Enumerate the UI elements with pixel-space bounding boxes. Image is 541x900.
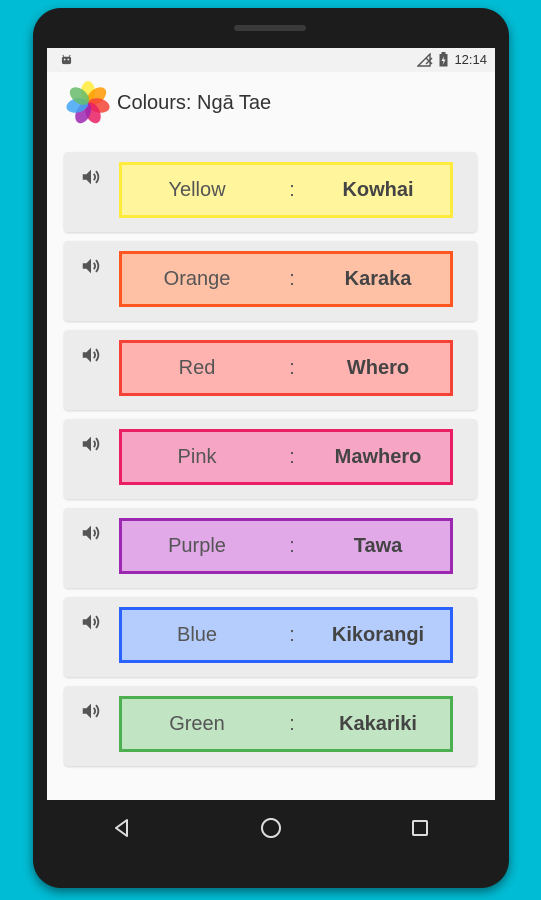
colour-word-box[interactable]: Purple: Tawa: [119, 518, 453, 574]
colour-card: Green: Kakariki: [64, 686, 477, 766]
recents-button[interactable]: [390, 808, 450, 848]
english-word: Yellow: [168, 178, 226, 201]
android-notification-icon: [61, 54, 72, 65]
speaker-volume-icon[interactable]: [80, 611, 102, 633]
back-triangle-icon: [114, 819, 128, 837]
phone-earpiece: [234, 25, 306, 31]
no-signal-icon: [417, 52, 433, 67]
maori-word: Mawhero: [334, 445, 422, 468]
english-word: Green: [169, 712, 225, 735]
english-word: Orange: [163, 267, 231, 290]
screen: 12:14 Colours: Ngā Tae Yellow: Kowhai Oran…: [47, 48, 495, 800]
speaker-volume-icon[interactable]: [80, 700, 102, 722]
status-time: 12:14: [454, 52, 487, 67]
colour-word-box[interactable]: Blue: Kikorangi: [119, 607, 453, 663]
colour-word-box[interactable]: Green: Kakariki: [119, 696, 453, 752]
speaker-volume-icon[interactable]: [80, 255, 102, 277]
english-word: Purple: [168, 534, 226, 557]
colour-card: Red: Whero: [64, 330, 477, 410]
colour-card: Yellow: Kowhai: [64, 152, 477, 232]
home-button[interactable]: [241, 808, 301, 848]
phone-frame: 12:14 Colours: Ngā Tae Yellow: Kowhai Oran…: [33, 8, 509, 888]
speaker-volume-icon[interactable]: [80, 344, 102, 366]
flower-petals-logo-icon: [66, 81, 110, 124]
colour-word-box[interactable]: Red: Whero: [119, 340, 453, 396]
recents-square-icon: [412, 820, 429, 836]
word-separator: :: [289, 356, 295, 379]
app-bar: Colours: Ngā Tae: [47, 72, 495, 134]
home-circle-icon: [260, 818, 281, 838]
maori-word: Karaka: [344, 267, 412, 290]
maori-word: Tawa: [353, 534, 403, 557]
battery-charging-icon: [439, 52, 448, 67]
back-button[interactable]: [92, 808, 152, 848]
maori-word: Kowhai: [342, 178, 414, 201]
speaker-volume-icon[interactable]: [80, 433, 102, 455]
word-separator: :: [289, 178, 295, 201]
word-separator: :: [289, 623, 295, 646]
colour-card: Pink: Mawhero: [64, 419, 477, 499]
speaker-volume-icon[interactable]: [80, 166, 102, 188]
maori-word: Whero: [346, 356, 410, 379]
status-bar: 12:14: [47, 48, 495, 72]
english-word: Red: [178, 356, 216, 379]
colour-word-box[interactable]: Orange: Karaka: [119, 251, 453, 307]
maori-word: Kakariki: [339, 712, 417, 735]
word-separator: :: [289, 267, 295, 290]
word-separator: :: [289, 534, 295, 557]
speaker-volume-icon[interactable]: [80, 522, 102, 544]
english-word: Pink: [177, 445, 217, 468]
english-word: Blue: [176, 623, 218, 646]
nav-bar: [47, 800, 495, 856]
word-separator: :: [289, 445, 295, 468]
colour-card: Blue: Kikorangi: [64, 597, 477, 677]
colour-word-box[interactable]: Yellow: Kowhai: [119, 162, 453, 218]
maori-word: Kikorangi: [331, 623, 425, 646]
app-title: Colours: Ngā Tae: [117, 92, 272, 114]
word-separator: :: [289, 712, 295, 735]
colour-word-box[interactable]: Pink: Mawhero: [119, 429, 453, 485]
colour-card: Orange: Karaka: [64, 241, 477, 321]
colour-card: Purple: Tawa: [64, 508, 477, 588]
